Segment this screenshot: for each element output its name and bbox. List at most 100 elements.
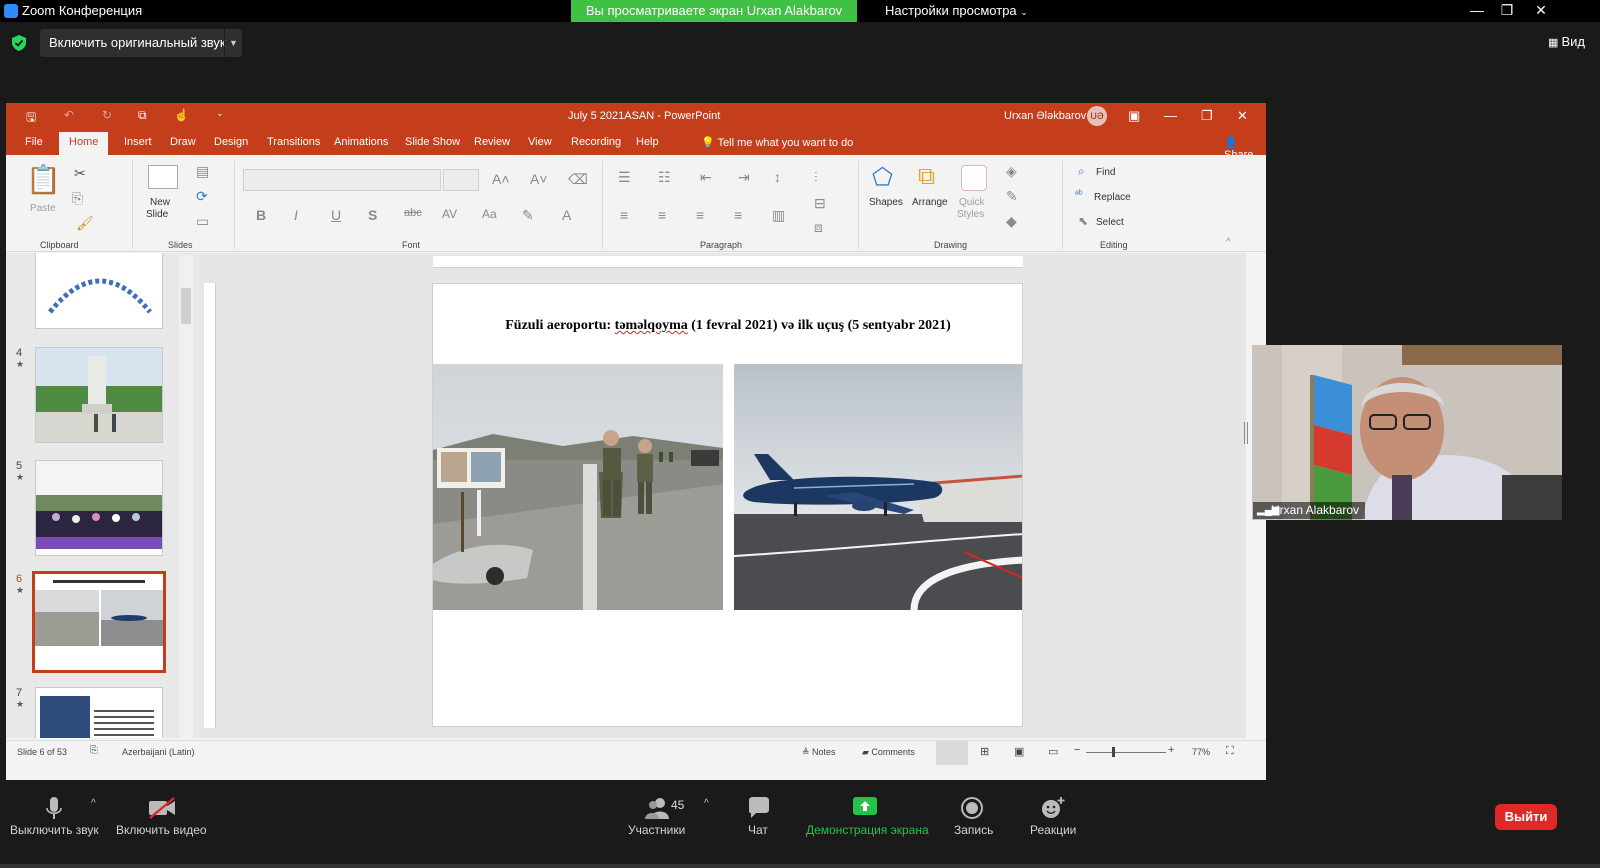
notes-button[interactable]: ≜ Notes xyxy=(802,747,836,758)
zoom-level[interactable]: 77% xyxy=(1192,747,1210,757)
find-icon[interactable]: ⌕ xyxy=(1078,164,1085,179)
select-label[interactable]: Select xyxy=(1096,217,1124,228)
font-family-select[interactable] xyxy=(243,169,441,191)
decrease-indent-icon[interactable]: ⇤ xyxy=(700,169,712,186)
paste-icon[interactable]: 📋 xyxy=(26,163,61,196)
copy-icon[interactable]: ⎘ xyxy=(72,190,83,207)
align-center-icon[interactable]: ≡ xyxy=(658,207,666,223)
participants-caret-icon[interactable]: ^ xyxy=(704,798,709,809)
replace-icon[interactable]: ᵃᵇ xyxy=(1075,189,1083,200)
original-sound-button[interactable]: Включить оригинальный звук ▼ xyxy=(40,29,242,57)
customize-qat-icon[interactable]: ⌄ xyxy=(216,108,224,119)
current-slide[interactable]: Füzuli aeroportu: təməlqoyma (1 fevral 2… xyxy=(432,283,1023,727)
new-slide-label-1[interactable]: New xyxy=(150,197,170,208)
reading-view-icon[interactable]: ▣ xyxy=(1014,745,1024,758)
start-from-beginning-icon[interactable]: ⧉ xyxy=(138,108,147,123)
accessibility-icon[interactable]: ⎘ xyxy=(90,745,98,756)
align-right-icon[interactable]: ≡ xyxy=(696,207,704,223)
arrange-label[interactable]: Arrange xyxy=(912,197,948,208)
decrease-font-icon[interactable]: A˅ xyxy=(530,171,548,187)
view-options-menu[interactable]: Настройки просмотра ⌄ xyxy=(885,3,1028,18)
new-slide-icon[interactable] xyxy=(148,165,178,189)
strikethrough-icon[interactable]: abc xyxy=(404,207,422,219)
font-size-select[interactable] xyxy=(443,169,479,191)
clear-formatting-icon[interactable]: ⌫ xyxy=(568,171,588,188)
slide-thumbnail-3[interactable] xyxy=(35,253,163,329)
tab-file[interactable]: File xyxy=(25,136,43,148)
smartart-icon[interactable]: ⧈ xyxy=(814,219,823,236)
slide-thumbnail-4[interactable] xyxy=(35,347,163,443)
groundbreaking-photo[interactable] xyxy=(433,364,723,610)
columns-icon[interactable]: ▥ xyxy=(772,207,785,224)
shape-fill-icon[interactable]: ◈ xyxy=(1006,163,1017,180)
touch-mode-icon[interactable]: ☝ xyxy=(174,108,189,122)
paste-label[interactable]: Paste xyxy=(30,203,56,214)
select-cursor-icon[interactable]: ⬉ xyxy=(1078,214,1088,228)
replace-label[interactable]: Replace xyxy=(1094,192,1131,203)
shapes-icon[interactable]: ⬠ xyxy=(872,163,893,192)
align-left-icon[interactable]: ≡ xyxy=(620,207,628,223)
new-slide-label-2[interactable]: Slide xyxy=(146,209,168,220)
tell-me-search[interactable]: 💡 Tell me what you want to do xyxy=(701,136,853,149)
normal-view-icon[interactable] xyxy=(936,741,968,765)
section-icon[interactable]: ▭ xyxy=(196,213,209,230)
comments-button[interactable]: ▰ Comments xyxy=(862,747,915,758)
zoom-out-icon[interactable]: − xyxy=(1074,744,1080,756)
zoom-slider[interactable] xyxy=(1086,752,1166,753)
fit-to-window-icon[interactable]: ⛶ xyxy=(1226,745,1234,758)
view-button[interactable]: ▦ Вид xyxy=(1548,34,1585,49)
tab-design[interactable]: Design xyxy=(214,136,248,148)
tab-transitions[interactable]: Transitions xyxy=(267,136,320,148)
participant-video[interactable] xyxy=(1252,345,1562,520)
layout-icon[interactable]: ▤ xyxy=(196,163,209,180)
original-sound-caret-icon[interactable]: ▼ xyxy=(224,29,242,57)
find-label[interactable]: Find xyxy=(1096,167,1115,178)
tab-help[interactable]: Help xyxy=(636,136,659,148)
shapes-label[interactable]: Shapes xyxy=(869,197,903,208)
minimize-icon[interactable]: — xyxy=(1462,0,1492,20)
panel-resize-handle[interactable] xyxy=(1244,422,1248,444)
scrollbar-thumb[interactable] xyxy=(181,288,191,324)
justify-icon[interactable]: ≡ xyxy=(734,207,742,223)
highlight-icon[interactable]: ✎ xyxy=(522,207,534,224)
restore-icon[interactable]: ❐ xyxy=(1492,0,1522,20)
tab-recording[interactable]: Recording xyxy=(571,136,621,148)
quick-styles-icon[interactable] xyxy=(961,165,987,191)
tab-slide-show[interactable]: Slide Show xyxy=(405,136,460,148)
shape-effects-icon[interactable]: ◆ xyxy=(1006,213,1017,230)
slide-thumbnail-7[interactable] xyxy=(35,687,163,738)
bold-icon[interactable]: B xyxy=(256,207,266,223)
italic-icon[interactable]: I xyxy=(294,207,298,223)
tab-insert[interactable]: Insert xyxy=(124,136,152,148)
numbering-icon[interactable]: ☷ xyxy=(658,169,671,186)
reset-icon[interactable]: ⟳ xyxy=(196,188,208,205)
align-text-icon[interactable]: ⊟ xyxy=(814,195,826,212)
tab-animations[interactable]: Animations xyxy=(334,136,388,148)
save-icon[interactable]: 🖫 xyxy=(26,108,36,129)
slideshow-view-icon[interactable]: ▭ xyxy=(1048,745,1058,758)
audio-options-caret-icon[interactable]: ^ xyxy=(91,798,96,809)
thumbnails-scrollbar[interactable] xyxy=(179,255,193,738)
line-spacing-icon[interactable]: ↕ xyxy=(774,169,781,185)
collapse-ribbon-icon[interactable]: ^ xyxy=(1226,237,1231,248)
increase-font-icon[interactable]: A˄ xyxy=(492,171,510,187)
text-direction-icon[interactable]: ⫶ xyxy=(814,169,818,186)
zoom-in-icon[interactable]: + xyxy=(1168,744,1174,756)
tab-view[interactable]: View xyxy=(528,136,552,148)
leave-meeting-button[interactable]: Выйти xyxy=(1495,804,1557,830)
slide-thumbnail-6-selected[interactable] xyxy=(32,571,166,673)
arrange-icon[interactable]: ⧉ xyxy=(918,163,935,191)
account-avatar[interactable]: UƏ xyxy=(1087,106,1107,126)
underline-icon[interactable]: U xyxy=(331,207,341,223)
first-flight-photo[interactable] xyxy=(734,364,1022,610)
tab-draw[interactable]: Draw xyxy=(170,136,196,148)
ppt-close-icon[interactable]: ✕ xyxy=(1237,108,1248,124)
bullets-icon[interactable]: ☰ xyxy=(618,169,631,186)
cut-icon[interactable]: ✂ xyxy=(74,165,86,182)
quick-styles-label-2[interactable]: Styles xyxy=(957,209,984,220)
undo-icon[interactable]: ↶ xyxy=(64,108,74,122)
security-shield-icon[interactable] xyxy=(12,35,26,51)
tab-home[interactable]: Home xyxy=(59,132,109,155)
zoom-slider-thumb[interactable] xyxy=(1112,747,1115,757)
shadow-icon[interactable]: S xyxy=(368,207,377,223)
